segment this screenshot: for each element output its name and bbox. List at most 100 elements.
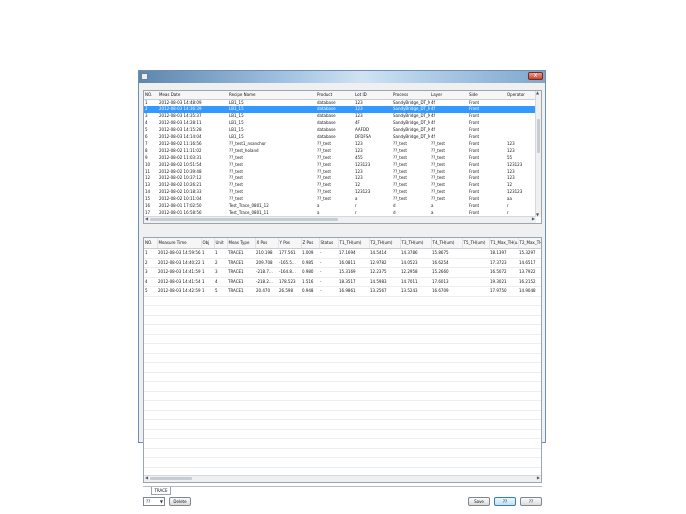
table-row[interactable]: 2 2012-08-03 14:36:39 LB1_15 database 123 San… xyxy=(144,106,538,114)
empty-cell xyxy=(157,305,201,316)
empty-cell xyxy=(489,429,518,439)
column-header[interactable]: T5_TH(um) xyxy=(462,238,490,249)
horizontal-scroll-thumb[interactable] xyxy=(150,477,192,480)
empty-cell xyxy=(144,381,157,392)
tab-trace[interactable]: TRACE xyxy=(151,487,171,495)
table-cell: 14.5983 xyxy=(369,277,400,287)
table-cell: 0.948 xyxy=(301,286,319,297)
scroll-left-arrow-icon[interactable]: ◀ xyxy=(145,217,148,221)
table-row[interactable]: 9 2012-08-02 11:03:31 ??_test ??_test 455 ??_… xyxy=(144,155,538,162)
table-row[interactable]: 1 2012-08-03 14:59:56 1 1 TRACE1 210.198 177.5… xyxy=(144,248,541,259)
column-header[interactable]: Measure Time xyxy=(157,238,202,249)
empty-cell xyxy=(319,429,338,439)
column-header[interactable]: Obj xyxy=(201,238,215,249)
column-header[interactable]: Y Pos xyxy=(278,238,302,249)
column-header[interactable]: T1_Max_TH(u... xyxy=(489,238,519,249)
ok-button[interactable]: ?? xyxy=(494,497,516,506)
column-header[interactable]: Meas Type xyxy=(227,238,256,249)
table-row[interactable]: 1 2012-08-03 14:48:09 LB1_15 database 123 San… xyxy=(144,99,538,106)
empty-cell xyxy=(278,343,301,354)
column-header[interactable]: Recipe Name xyxy=(228,91,316,100)
save-button[interactable]: Save xyxy=(468,497,490,506)
column-header[interactable]: T1_TH(um) xyxy=(338,238,370,249)
table-row[interactable]: 3 2012-08-03 14:41:59 1 3 TRACE1 -218.7... -16… xyxy=(144,267,541,278)
table-row[interactable]: 12 2012-08-02 10:37:12 ??_test ??_test 123??… xyxy=(144,175,538,182)
column-header[interactable]: Layer xyxy=(430,91,468,100)
scroll-down-arrow-icon[interactable]: ▼ xyxy=(536,213,539,217)
empty-cell xyxy=(214,381,227,392)
table-row[interactable]: 4 2012-08-03 14:41:54 1 4 TRACE1 -218.2... 178… xyxy=(144,277,541,287)
table-row[interactable]: 5 2012-08-03 14:15:28 LB1_15 database AAFDD S… xyxy=(144,127,538,134)
column-header[interactable]: T3_TH(um) xyxy=(400,238,432,249)
empty-cell xyxy=(144,419,157,430)
table-row[interactable]: 15 2012-08-02 10:11:04 ??_test ??_test a ??_t… xyxy=(144,196,538,203)
empty-cell xyxy=(144,353,157,363)
empty-cell xyxy=(489,400,518,411)
close-button[interactable]: x xyxy=(528,72,543,80)
column-header[interactable]: NO. xyxy=(144,238,158,249)
column-header[interactable]: T2_TH(um) xyxy=(369,238,401,249)
table-cell: 3 xyxy=(144,267,157,278)
table-cell: ??_test xyxy=(229,196,243,202)
column-header[interactable]: NO. xyxy=(144,91,158,100)
column-header[interactable]: Product xyxy=(316,91,354,100)
horizontal-scroll-thumb[interactable] xyxy=(150,218,338,221)
app-icon xyxy=(141,73,148,80)
table-cell: 4 xyxy=(144,277,157,287)
table-row[interactable]: 5 2012-08-03 14:42:59 1 5 TRACE1 20.470 26.598… xyxy=(144,286,541,297)
cancel-button[interactable]: ?? xyxy=(520,497,542,506)
table-row[interactable]: 6 2012-08-03 14:14:04 LB1_15 database DFDFSA… xyxy=(144,134,538,141)
title-bar[interactable]: x xyxy=(139,71,545,83)
column-header[interactable]: T2_Max_TH(u... xyxy=(518,238,541,249)
mode-select[interactable]: ?? ▼ xyxy=(143,497,165,506)
table-row[interactable]: 16 2012-08-01 17:02:50 Test_Trace_0801_12 a… xyxy=(144,203,538,210)
column-header[interactable]: X Pos xyxy=(255,238,279,249)
column-header[interactable]: Operator xyxy=(506,91,538,100)
measurement-detail-horizontal-scrollbar[interactable]: ◀ ▶ xyxy=(144,475,541,482)
table-cell: TRACE1 xyxy=(227,277,255,287)
column-header[interactable]: T4_TH(um) xyxy=(431,238,463,249)
table-row[interactable]: 8 2012-08-02 11:11:02 ??_test_holand ??_tes… xyxy=(144,148,538,155)
empty-cell xyxy=(400,391,431,401)
table-row[interactable]: 14 2012-08-02 10:18:33 ??_test ??_test 12312… xyxy=(144,189,538,196)
table-cell: ??_test xyxy=(431,147,445,153)
table-cell xyxy=(506,99,538,106)
table-cell: 15.2660 xyxy=(431,267,462,278)
empty-cell xyxy=(431,372,462,382)
table-row[interactable]: 11 2012-08-02 10:39:48 ??_test ??_test 123??… xyxy=(144,169,538,176)
column-header[interactable]: Meas Date xyxy=(158,91,228,100)
empty-cell xyxy=(462,429,489,439)
table-cell: ??_test xyxy=(317,189,331,195)
scroll-left-arrow-icon[interactable]: ◀ xyxy=(145,476,148,480)
table-cell: ??_test xyxy=(317,161,331,167)
empty-cell xyxy=(431,391,462,401)
measurement-list-horizontal-scrollbar[interactable]: ◀ ▶ xyxy=(144,216,536,223)
table-row[interactable]: 2 2012-08-03 14:40:22 1 2 TRACE1 209.708 -165.… xyxy=(144,258,541,268)
empty-cell xyxy=(431,429,462,439)
empty-cell xyxy=(214,372,227,382)
table-row[interactable]: 7 2012-08-02 11:16:56 ??_test1_nsanchor ??_… xyxy=(144,141,538,148)
chevron-down-icon[interactable]: ▼ xyxy=(160,498,163,505)
column-header[interactable]: Z Pos xyxy=(301,238,320,249)
empty-cell xyxy=(201,305,214,316)
empty-cell xyxy=(462,372,489,382)
column-header[interactable]: Status xyxy=(319,238,339,249)
column-header[interactable]: Lot ID xyxy=(354,91,392,100)
vertical-scroll-thumb[interactable] xyxy=(537,119,540,153)
empty-cell xyxy=(255,315,278,325)
measurement-list-vertical-scrollbar[interactable]: ▲ ▼ xyxy=(535,91,541,217)
column-header[interactable]: Process xyxy=(392,91,430,100)
empty-cell xyxy=(214,429,227,439)
table-row[interactable]: 13 2012-08-02 10:26:21 ??_test ??_test 12 ??_… xyxy=(144,182,538,189)
table-row[interactable]: 3 2012-08-03 14:35:37 LB1_15 database 123 San… xyxy=(144,113,538,120)
scroll-right-arrow-icon[interactable]: ▶ xyxy=(537,476,540,480)
column-header[interactable]: Unit xyxy=(214,238,228,249)
column-header[interactable]: Side xyxy=(468,91,506,100)
delete-button[interactable]: Delete xyxy=(169,497,191,506)
empty-cell xyxy=(144,429,157,439)
scroll-right-arrow-icon[interactable]: ▶ xyxy=(532,217,535,221)
table-row[interactable]: 10 2012-08-02 10:51:54 ??_test ??_test 12312… xyxy=(144,162,538,169)
table-row[interactable]: 4 2012-08-03 14:28:11 LB1_15 database 4F Sand… xyxy=(144,120,538,127)
table-cell: 1.009 xyxy=(301,248,319,259)
scroll-up-arrow-icon[interactable]: ▲ xyxy=(536,91,539,95)
